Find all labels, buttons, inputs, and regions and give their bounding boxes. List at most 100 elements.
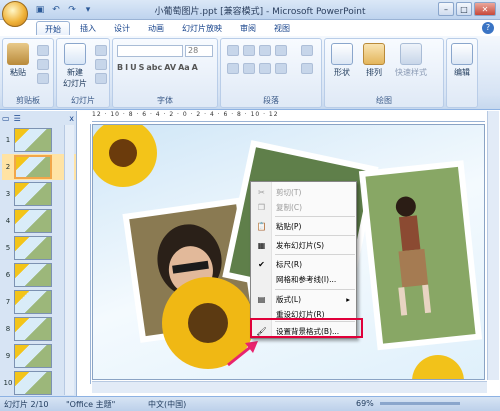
minimize-button[interactable]: – — [438, 2, 454, 16]
thumbnail-number: 1 — [5, 136, 11, 144]
align-center-icon[interactable] — [243, 63, 255, 74]
layout-icon[interactable] — [95, 45, 107, 56]
customize-icon[interactable]: ▾ — [82, 4, 94, 16]
tab-slideshow[interactable]: 幻灯片放映 — [174, 21, 230, 35]
font-size-input[interactable]: 28 — [185, 45, 213, 57]
tab-view[interactable]: 视图 — [266, 21, 298, 35]
bold-button[interactable]: B — [117, 63, 123, 72]
copy-icon[interactable] — [37, 59, 49, 70]
office-button[interactable] — [2, 1, 28, 27]
menu-separator — [275, 235, 355, 236]
menu-separator — [275, 289, 355, 290]
language: 中文(中国) — [148, 400, 187, 409]
context-menu-item[interactable]: ▦ 发布幻灯片(S) — [251, 238, 356, 253]
maximize-button[interactable]: □ — [456, 2, 472, 16]
theme-name: "Office 主题" — [66, 400, 116, 409]
status-bar: 幻灯片 2/10 "Office 主题" 中文(中国) 69% — [0, 396, 500, 411]
strikethrough-button[interactable]: abc — [146, 63, 162, 72]
context-menu-item[interactable]: ▤ 版式(L) ▸ — [251, 292, 356, 307]
publish-icon: ▦ — [257, 241, 266, 250]
submenu-arrow-icon: ▸ — [346, 295, 350, 304]
format-buttons: B I U S abc AV Aa A — [117, 63, 198, 72]
menu-item-label: 网格和参考线(I)... — [276, 275, 337, 284]
slides-group: 新建 幻灯片 幻灯片 — [56, 38, 110, 108]
drawing-label: 绘图 — [376, 96, 392, 105]
quick-styles-button[interactable]: 快速样式 — [395, 43, 427, 78]
editing-button[interactable]: 编辑 — [451, 43, 473, 78]
case-button[interactable]: Aa — [178, 63, 190, 72]
zoom-slider[interactable] — [380, 402, 460, 405]
thumbnail-image — [14, 290, 52, 314]
redo-icon[interactable]: ↷ — [66, 4, 78, 16]
layout-icon: ▤ — [257, 295, 266, 304]
thumbnail-image — [14, 317, 52, 341]
sunflower-top — [93, 125, 157, 187]
thumbnail-number: 10 — [3, 379, 13, 387]
highlight-box — [250, 318, 363, 338]
bullets-icon[interactable] — [227, 45, 239, 56]
thumbnail-image — [14, 236, 52, 260]
decrease-indent-icon[interactable] — [259, 45, 271, 56]
find-icon — [451, 43, 473, 65]
arrange-button[interactable]: 排列 — [363, 43, 385, 78]
undo-icon[interactable]: ↶ — [50, 4, 62, 16]
align-text-icon[interactable] — [301, 63, 313, 74]
tab-insert[interactable]: 插入 — [72, 21, 104, 35]
thumbnail-scrollbar[interactable] — [64, 125, 74, 395]
menu-separator — [275, 216, 355, 217]
underline-button[interactable]: U — [130, 63, 137, 72]
thumbnail-image — [14, 263, 52, 287]
vertical-scrollbar[interactable] — [487, 111, 499, 380]
text-direction-icon[interactable] — [301, 45, 313, 56]
tab-design[interactable]: 设计 — [106, 21, 138, 35]
thumbnail-image — [14, 155, 52, 179]
delete-icon[interactable] — [95, 73, 107, 84]
paragraph-group: 段落 — [220, 38, 322, 108]
new-slide-button[interactable]: 新建 幻灯片 — [63, 43, 87, 89]
slides-pane-tabs: ▭ ☰ x — [2, 112, 74, 124]
paste-button[interactable]: 粘贴 — [7, 43, 29, 78]
copy-icon: ❐ — [257, 203, 266, 212]
cut-icon[interactable] — [37, 45, 49, 56]
scissors-icon: ✂ — [258, 188, 265, 197]
font-label: 字体 — [157, 96, 173, 105]
font-color-button[interactable]: A — [192, 63, 198, 72]
context-menu-item[interactable]: 📋 粘贴(P) — [251, 219, 356, 234]
help-icon[interactable]: ? — [482, 22, 494, 34]
tab-animation[interactable]: 动画 — [140, 21, 172, 35]
clipboard-group: 粘贴 剪贴板 — [2, 38, 54, 108]
menu-separator — [275, 254, 355, 255]
shapes-button[interactable]: 形状 — [331, 43, 353, 78]
numbering-icon[interactable] — [243, 45, 255, 56]
context-menu-item[interactable]: 网格和参考线(I)... — [251, 272, 356, 287]
outline-tab-icon[interactable]: ☰ — [14, 114, 21, 123]
context-menu-item[interactable]: ✂ 剪切(T) — [251, 185, 356, 200]
save-icon[interactable]: ▣ — [34, 4, 46, 16]
align-right-icon[interactable] — [259, 63, 271, 74]
paste-icon: 📋 — [256, 222, 267, 231]
editing-group: 编辑 — [446, 38, 478, 108]
spacing-button[interactable]: AV — [164, 63, 176, 72]
font-name-input[interactable] — [117, 45, 183, 57]
tab-home[interactable]: 开始 — [36, 21, 70, 35]
align-left-icon[interactable] — [227, 63, 239, 74]
thumbnail-number: 7 — [5, 298, 11, 306]
thumbnail-image — [14, 371, 52, 395]
reset-icon[interactable] — [95, 59, 107, 70]
slides-tab-icon[interactable]: ▭ — [2, 114, 10, 123]
thumbnail-number: 2 — [5, 163, 11, 171]
context-menu-item[interactable]: ✔ 标尺(R) — [251, 257, 356, 272]
italic-button[interactable]: I — [125, 63, 128, 72]
quick-styles-icon — [400, 43, 422, 65]
close-button[interactable]: ✕ — [474, 2, 496, 16]
increase-indent-icon[interactable] — [275, 45, 287, 56]
close-pane-icon[interactable]: x — [69, 114, 74, 123]
shadow-button[interactable]: S — [139, 63, 145, 72]
new-slide-icon — [64, 43, 86, 65]
context-menu-item[interactable]: ❐ 复制(C) — [251, 200, 356, 215]
thumbnail-number: 8 — [5, 325, 11, 333]
justify-icon[interactable] — [275, 63, 287, 74]
horizontal-scrollbar[interactable] — [92, 381, 487, 393]
format-painter-icon[interactable] — [37, 73, 49, 84]
tab-review[interactable]: 审阅 — [232, 21, 264, 35]
